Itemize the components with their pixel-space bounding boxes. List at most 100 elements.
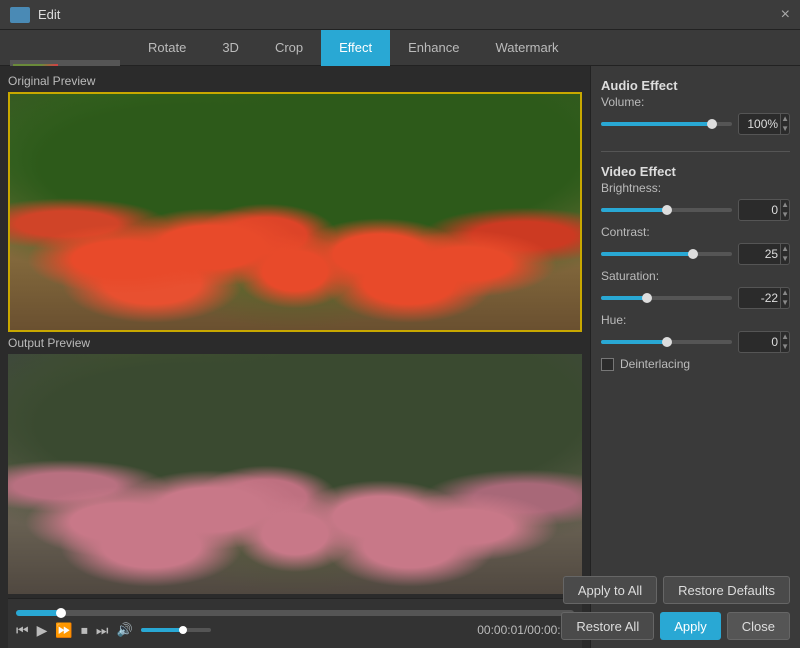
progress-bar[interactable] (16, 610, 574, 616)
deinterlacing-label: Deinterlacing (620, 357, 690, 371)
hue-slider-row: 0 ▲ ▼ (601, 331, 790, 353)
volume-effect-slider[interactable] (601, 122, 732, 126)
contrast-slider[interactable] (601, 252, 732, 256)
hue-down-arrow[interactable]: ▼ (781, 342, 789, 352)
apply-to-all-button[interactable]: Apply to All (563, 576, 657, 604)
brightness-thumb[interactable] (662, 205, 672, 215)
hue-value-box: 0 ▲ ▼ (738, 331, 790, 353)
tab-bar-container: pexels-mang-... Rotate 3D Crop Effect En… (0, 30, 800, 66)
progress-fill (16, 610, 61, 616)
volume-slider[interactable] (141, 628, 211, 632)
saturation-control: Saturation: -22 ▲ ▼ (601, 269, 790, 309)
volume-value-box: 100% ▲ ▼ (738, 113, 790, 135)
app-icon (10, 7, 30, 23)
contrast-down-arrow[interactable]: ▼ (781, 254, 789, 264)
contrast-value: 25 (739, 247, 780, 261)
saturation-down-arrow[interactable]: ▼ (781, 298, 789, 308)
tab-watermark[interactable]: Watermark (477, 30, 576, 66)
original-video-content (10, 94, 580, 330)
title-bar-left: Edit (10, 7, 60, 23)
brightness-down-arrow[interactable]: ▼ (781, 210, 789, 220)
output-preview-section: Output Preview (8, 336, 582, 594)
deinterlacing-row: Deinterlacing (601, 357, 790, 371)
hue-slider[interactable] (601, 340, 732, 344)
video-effect-section: Video Effect Brightness: 0 ▲ ▼ (601, 164, 790, 371)
main-content: Original Preview Output Preview ⏮ ▶ ⏩ (0, 66, 800, 648)
right-panel: Audio Effect Volume: 100% ▲ ▼ (590, 66, 800, 648)
volume-fill (141, 628, 183, 632)
fast-forward-button[interactable]: ⏩ (55, 623, 72, 637)
title-bar: Edit × (0, 0, 800, 30)
brightness-value-box: 0 ▲ ▼ (738, 199, 790, 221)
skip-back-button[interactable]: ⏮ (16, 623, 29, 637)
hue-fill (601, 340, 667, 344)
saturation-value-box: -22 ▲ ▼ (738, 287, 790, 309)
contrast-slider-row: 25 ▲ ▼ (601, 243, 790, 265)
tab-effect[interactable]: Effect (321, 30, 390, 66)
controls-row: ⏮ ▶ ⏩ ⏹ ⏭ 🔊 00:00:01/00:00:18 (16, 622, 574, 638)
volume-icon: 🔊 (116, 622, 132, 638)
contrast-control: Contrast: 25 ▲ ▼ (601, 225, 790, 265)
bottom-buttons-main: Restore All Apply Close (561, 612, 790, 640)
left-panel: Original Preview Output Preview ⏮ ▶ ⏩ (0, 66, 590, 648)
hue-label: Hue: (601, 313, 790, 327)
output-video-content (8, 354, 582, 594)
brightness-fill (601, 208, 667, 212)
restore-all-button[interactable]: Restore All (561, 612, 654, 640)
audio-effect-section: Audio Effect Volume: 100% ▲ ▼ (601, 78, 790, 139)
hue-thumb[interactable] (662, 337, 672, 347)
tab-bar: Rotate 3D Crop Effect Enhance Watermark (0, 30, 800, 66)
brightness-label: Brightness: (601, 181, 790, 195)
volume-effect-thumb[interactable] (707, 119, 717, 129)
saturation-slider[interactable] (601, 296, 732, 300)
contrast-label: Contrast: (601, 225, 790, 239)
divider-1 (601, 151, 790, 152)
tab-crop[interactable]: Crop (257, 30, 321, 66)
volume-down-arrow[interactable]: ▼ (781, 124, 789, 134)
close-button[interactable]: Close (727, 612, 790, 640)
video-effect-title: Video Effect (601, 164, 790, 179)
contrast-arrows: ▲ ▼ (780, 244, 789, 264)
brightness-up-arrow[interactable]: ▲ (781, 200, 789, 210)
skip-forward-button[interactable]: ⏭ (96, 623, 109, 637)
volume-effect-fill (601, 122, 712, 126)
original-video-frame (8, 92, 582, 332)
contrast-fill (601, 252, 693, 256)
volume-thumb[interactable] (179, 626, 187, 634)
play-button[interactable]: ▶ (37, 623, 48, 637)
deinterlacing-checkbox[interactable] (601, 358, 614, 371)
close-window-button[interactable]: × (781, 7, 790, 23)
tab-rotate[interactable]: Rotate (130, 30, 204, 66)
bottom-buttons-top: Apply to All Restore Defaults (563, 576, 790, 604)
apply-button[interactable]: Apply (660, 612, 721, 640)
time-display: 00:00:01/00:00:18 (477, 623, 574, 637)
saturation-arrows: ▲ ▼ (780, 288, 789, 308)
contrast-up-arrow[interactable]: ▲ (781, 244, 789, 254)
volume-arrows: ▲ ▼ (780, 114, 789, 134)
hue-up-arrow[interactable]: ▲ (781, 332, 789, 342)
volume-up-arrow[interactable]: ▲ (781, 114, 789, 124)
original-preview-section: Original Preview (8, 74, 582, 332)
restore-defaults-button[interactable]: Restore Defaults (663, 576, 790, 604)
progress-thumb[interactable] (56, 608, 66, 618)
tab-3d[interactable]: 3D (204, 30, 257, 66)
audio-effect-title: Audio Effect (601, 78, 790, 93)
saturation-thumb[interactable] (642, 293, 652, 303)
saturation-label: Saturation: (601, 269, 790, 283)
volume-value: 100% (739, 117, 780, 131)
brightness-value: 0 (739, 203, 780, 217)
window-title: Edit (38, 7, 60, 22)
brightness-slider[interactable] (601, 208, 732, 212)
volume-slider-row: 100% ▲ ▼ (601, 113, 790, 135)
stop-button[interactable]: ⏹ (81, 623, 88, 637)
contrast-value-box: 25 ▲ ▼ (738, 243, 790, 265)
saturation-up-arrow[interactable]: ▲ (781, 288, 789, 298)
tab-enhance[interactable]: Enhance (390, 30, 477, 66)
playback-bar: ⏮ ▶ ⏩ ⏹ ⏭ 🔊 00:00:01/00:00:18 (8, 598, 582, 648)
saturation-fill (601, 296, 647, 300)
contrast-thumb[interactable] (688, 249, 698, 259)
brightness-control: Brightness: 0 ▲ ▼ (601, 181, 790, 221)
saturation-value: -22 (739, 291, 780, 305)
volume-control: Volume: 100% ▲ ▼ (601, 95, 790, 135)
brightness-slider-row: 0 ▲ ▼ (601, 199, 790, 221)
